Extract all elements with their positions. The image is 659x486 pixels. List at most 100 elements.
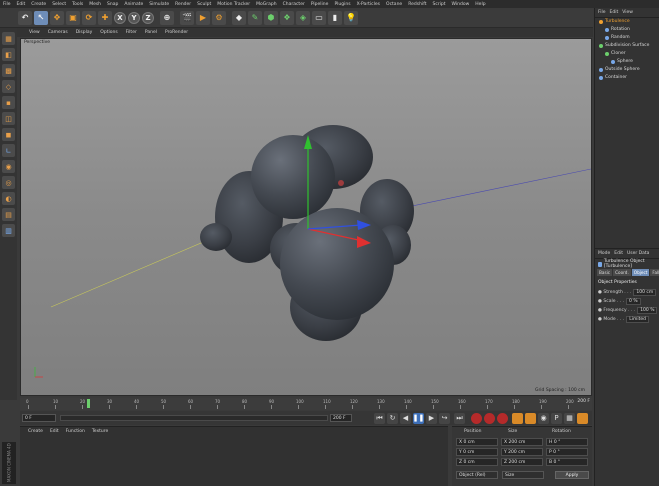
viewport-menu-cameras[interactable]: Cameras (48, 30, 68, 35)
live-selection-icon[interactable]: ↖ (34, 10, 48, 25)
material-menu-function[interactable]: Function (66, 429, 85, 434)
attribute-menu-mode[interactable]: Mode (598, 251, 610, 256)
object-tree-item[interactable]: Turbulence (599, 19, 630, 24)
property-value-field[interactable]: Limited (626, 316, 649, 323)
record-active-objects-icon[interactable] (471, 412, 482, 424)
light-icon[interactable]: 💡 (344, 10, 358, 25)
object-tree-item[interactable]: Outside Sphere (599, 67, 640, 72)
go-to-start-icon[interactable]: ⏮ (374, 412, 385, 424)
menu-item-octane[interactable]: Octane (386, 2, 402, 7)
menu-item-select[interactable]: Select (52, 2, 66, 7)
coordinate-system-icon[interactable]: ⊕ (160, 10, 174, 25)
menu-item-simulate[interactable]: Simulate (149, 2, 169, 7)
x-axis-lock-button[interactable]: X (114, 11, 126, 24)
render-view-icon[interactable]: 🎬 (180, 10, 194, 25)
attribute-menu-user-data[interactable]: User Data (627, 251, 649, 256)
play-forwards-button[interactable]: ❚❚ (413, 412, 424, 424)
menu-item-redshift[interactable]: Redshift (408, 2, 426, 7)
point-level-icon[interactable]: ▦ (564, 412, 575, 424)
end-frame-field[interactable]: 200 F (330, 414, 352, 422)
play-backwards-icon[interactable]: ◀ (400, 412, 411, 424)
menu-item-snap[interactable]: Snap (107, 2, 118, 7)
points-mode-icon[interactable]: ▪ (2, 96, 15, 109)
tab-coord[interactable]: Coord. (613, 269, 631, 276)
z-axis-lock-button[interactable]: Z (142, 11, 154, 24)
tab-basic[interactable]: Basic (597, 269, 613, 276)
parameter-key-icon[interactable]: P (551, 412, 562, 424)
menu-item-mesh[interactable]: Mesh (89, 2, 101, 7)
make-editable-icon[interactable]: ▦ (2, 32, 15, 45)
position-y-field[interactable]: Y 0 cm (456, 448, 498, 456)
texture-mode-icon[interactable]: ▩ (2, 64, 15, 77)
undo-icon[interactable]: ↶ (18, 10, 32, 25)
autokeying-icon[interactable] (484, 412, 495, 424)
object-menu-edit[interactable]: Edit (610, 10, 619, 15)
object-menu-view[interactable]: View (622, 10, 633, 15)
y-axis-lock-button[interactable]: Y (128, 11, 140, 24)
object-menu-file[interactable]: File (598, 10, 606, 15)
polygons-mode-icon[interactable]: ◼ (2, 128, 15, 141)
size-mode-dropdown[interactable]: Size (502, 471, 544, 479)
property-value-field[interactable]: 100 % (637, 307, 658, 314)
perspective-viewport[interactable]: Perspective Grid Spacing: 100 cm (20, 38, 592, 396)
property-value-field[interactable]: 0 % (626, 298, 641, 305)
menu-item-mograph[interactable]: MoGraph (256, 2, 276, 7)
size-y-field[interactable]: Y 200 cm (501, 448, 543, 456)
scale-tool-icon[interactable]: ▣ (66, 10, 80, 25)
menu-item-edit[interactable]: Edit (17, 2, 26, 7)
object-tree-item[interactable]: Cloner (605, 51, 626, 56)
rotation-h-field[interactable]: H 0 ° (546, 438, 588, 446)
rotate-tool-icon[interactable]: ⟳ (82, 10, 96, 25)
apply-button[interactable]: Apply (555, 471, 589, 479)
viewport-menu-display[interactable]: Display (76, 30, 93, 35)
menu-item-file[interactable]: File (3, 2, 11, 7)
menu-item-x-particles[interactable]: X-Particles (357, 2, 380, 7)
menu-item-render[interactable]: Render (175, 2, 191, 7)
menu-item-pipeline[interactable]: Pipeline (311, 2, 329, 7)
floor-icon[interactable]: ▭ (312, 10, 326, 25)
rotation-p-field[interactable]: P 0 ° (546, 448, 588, 456)
object-tree-item[interactable]: Rotation (605, 27, 630, 32)
spline-pen-icon[interactable]: ✎ (248, 10, 262, 25)
menu-item-character[interactable]: Character (283, 2, 305, 7)
material-menu-texture[interactable]: Texture (92, 429, 108, 434)
cloner-icon[interactable]: ❖ (280, 10, 294, 25)
next-frame-icon[interactable]: ▶ (426, 412, 437, 424)
model-mode-icon[interactable]: ◧ (2, 48, 15, 61)
object-tree-item[interactable]: Container (599, 75, 627, 80)
recent-tools-icon[interactable]: ✚ (98, 10, 112, 25)
menu-item-animate[interactable]: Animate (124, 2, 143, 7)
camera-icon[interactable]: ▮ (328, 10, 342, 25)
axis-mode-icon[interactable]: ∟ (2, 144, 15, 157)
menu-item-help[interactable]: Help (475, 2, 485, 7)
tweak-mode-icon[interactable]: ◉ (2, 160, 15, 173)
keyframe-selection-icon[interactable] (497, 412, 508, 424)
snapping-icon[interactable]: ◎ (2, 176, 15, 189)
position-z-field[interactable]: Z 0 cm (456, 458, 498, 466)
menu-item-script[interactable]: Script (432, 2, 445, 7)
rotation-b-field[interactable]: B 0 ° (546, 458, 588, 466)
loop-icon[interactable]: ↻ (387, 412, 398, 424)
viewport-menu-panel[interactable]: Panel (145, 30, 157, 35)
next-key-icon[interactable]: ↪ (439, 412, 450, 424)
move-tool-icon[interactable]: ✥ (50, 10, 64, 25)
menu-item-create[interactable]: Create (31, 2, 46, 7)
position-x-field[interactable]: X 0 cm (456, 438, 498, 446)
go-to-end-icon[interactable]: ⏭ (454, 412, 465, 424)
material-menu-create[interactable]: Create (28, 429, 43, 434)
menu-item-motion-tracker[interactable]: Motion Tracker (217, 2, 250, 7)
cube-primitive-icon[interactable]: ◆ (232, 10, 246, 25)
rotation-key-icon[interactable]: ◉ (538, 412, 549, 424)
viewport-menu-filter[interactable]: Filter (126, 30, 137, 35)
workplane-icon[interactable]: ◇ (2, 80, 15, 93)
tab-object[interactable]: Object (631, 269, 650, 276)
preview-range-slider[interactable] (60, 415, 328, 421)
menu-item-sculpt[interactable]: Sculpt (197, 2, 211, 7)
viewport-menu-view[interactable]: View (29, 30, 40, 35)
start-frame-field[interactable]: 0 F (22, 414, 56, 422)
viewport-menu-options[interactable]: Options (100, 30, 117, 35)
soft-selection-icon[interactable]: ◐ (2, 192, 15, 205)
size-x-field[interactable]: X 200 cm (501, 438, 543, 446)
deformer-icon[interactable]: ◈ (296, 10, 310, 25)
attribute-menu-edit[interactable]: Edit (614, 251, 623, 256)
